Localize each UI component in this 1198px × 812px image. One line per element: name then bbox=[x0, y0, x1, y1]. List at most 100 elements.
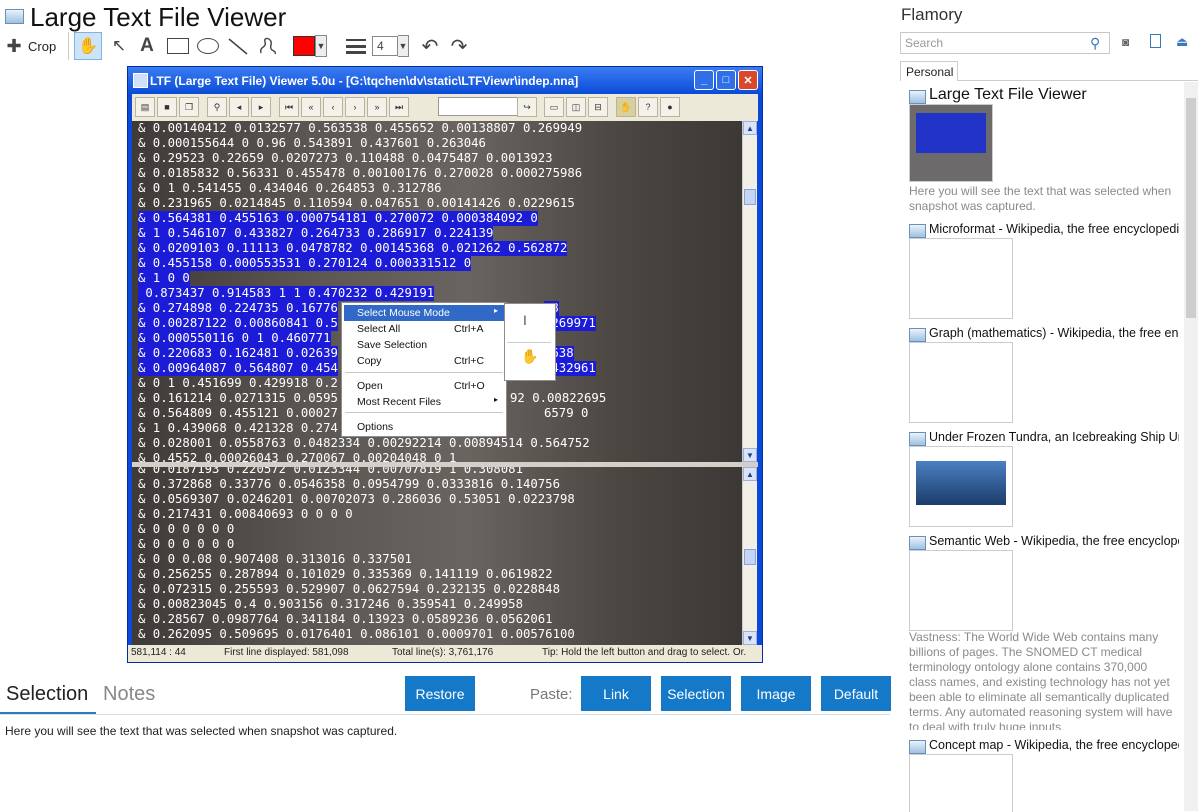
status-position: 581,114 : 44 bbox=[131, 647, 186, 658]
sidebar-scroll-thumb[interactable] bbox=[1186, 98, 1196, 318]
context-menu-item: Copy Ctrl+C bbox=[344, 353, 504, 369]
text-cursor-icon: I bbox=[523, 312, 527, 328]
text-line: & 0.372868 0.33776 0.0546358 0.0954799 0… bbox=[138, 477, 560, 491]
text-line: & 0.274898 0.224735 0.16776 bbox=[138, 301, 338, 316]
hand-cursor-icon: ✋ bbox=[521, 348, 539, 364]
text-line-fragment: 6579 0 bbox=[544, 406, 589, 420]
text-line: 0.873437 0.914583 1 1 0.470232 0.429191 bbox=[138, 286, 435, 301]
text-line: & 0 1 0.451699 0.429918 0.2 bbox=[138, 376, 338, 390]
text-line: & 0.161214 0.0271315 0.0595 bbox=[138, 391, 338, 405]
entry-thumbnail[interactable] bbox=[909, 446, 1013, 527]
entry-title[interactable]: Under Frozen Tundra, an Icebreaking Ship… bbox=[929, 430, 1179, 444]
maximize-icon: □ bbox=[716, 70, 736, 90]
entry-title[interactable]: Concept map - Wikipedia, the free encycl… bbox=[929, 738, 1179, 752]
text-line: & 1 0.439068 0.421328 0.274 bbox=[138, 421, 338, 435]
paste-selection-button[interactable]: Selection bbox=[661, 676, 731, 711]
entry-thumbnail[interactable] bbox=[909, 754, 1013, 812]
paste-link-button[interactable]: Link bbox=[581, 676, 651, 711]
search-icon[interactable]: ⚲ bbox=[1090, 35, 1106, 51]
minimize-icon: _ bbox=[694, 70, 714, 90]
text-line: & 0.455158 0.000553531 0.270124 0.000331… bbox=[138, 256, 472, 271]
undo-icon[interactable]: ↶ bbox=[418, 32, 442, 60]
first-page-icon: ⏮ bbox=[279, 97, 299, 117]
menu-item-shortcut: Ctrl+A bbox=[454, 323, 484, 335]
text-line: & 0.29523 0.22659 0.0207273 0.110488 0.0… bbox=[138, 151, 553, 165]
crop-button[interactable]: Crop bbox=[28, 32, 56, 60]
copy-icon: ❐ bbox=[179, 97, 199, 117]
tab-notes[interactable]: Notes bbox=[103, 683, 155, 706]
text-line: & 0.00140412 0.0132577 0.563538 0.455652… bbox=[138, 121, 583, 135]
entry-thumbnail[interactable] bbox=[909, 238, 1013, 319]
brand-title: Flamory bbox=[901, 5, 963, 24]
page-title: Large Text File Viewer bbox=[30, 2, 287, 32]
context-menu-item: Open Ctrl+O bbox=[344, 378, 504, 394]
text-line: & 0.231965 0.0214845 0.110594 0.047651 0… bbox=[138, 196, 575, 210]
goto-icon: ↪ bbox=[517, 97, 537, 117]
line-tool-icon[interactable] bbox=[226, 32, 250, 60]
entry-thumbnail[interactable] bbox=[909, 550, 1013, 631]
web-icon: ● bbox=[660, 97, 680, 117]
line-width-select[interactable]: 4 ▼ bbox=[372, 32, 409, 60]
snapshot-image: LTF (Large Text File) Viewer 5.0u - [G:\… bbox=[127, 66, 763, 663]
status-total-lines: Total line(s): 3,761,176 bbox=[392, 647, 494, 658]
tab-selection[interactable]: Selection bbox=[6, 683, 88, 706]
text-line: & 0.256255 0.287894 0.101029 0.335369 0.… bbox=[138, 567, 553, 581]
crop-icon[interactable]: ✚ bbox=[6, 32, 22, 60]
entry-title[interactable]: Graph (mathematics) - Wikipedia, the fre… bbox=[929, 326, 1179, 340]
tab-personal[interactable]: Personal bbox=[900, 61, 958, 81]
redo-icon[interactable]: ↷ bbox=[447, 32, 471, 60]
line-width-value: 4 bbox=[372, 36, 398, 56]
text-line: & 0.564809 0.455121 0.00027 bbox=[138, 406, 338, 420]
annotation-toolbar: ✚ Crop ✋ ↖ A ▼ 4 ▼ ↶ ↷ bbox=[0, 32, 500, 62]
text-line: & 0.00964087 0.564807 0.454 bbox=[138, 361, 338, 376]
collapse-icon[interactable]: ⏏ bbox=[1176, 34, 1188, 50]
freehand-tool-icon[interactable] bbox=[256, 32, 280, 60]
page-icon[interactable] bbox=[1150, 34, 1161, 48]
hand-tool-icon[interactable]: ✋ bbox=[74, 32, 102, 60]
rectangle-tool-icon[interactable] bbox=[166, 32, 190, 60]
arrow-tool-icon[interactable]: ↖ bbox=[109, 32, 129, 60]
ellipse-tool-icon[interactable] bbox=[196, 32, 220, 60]
app-icon bbox=[5, 9, 24, 24]
search-input[interactable]: Search bbox=[900, 32, 1110, 54]
text-line: & 0.220683 0.162481 0.02639 bbox=[138, 346, 338, 361]
entry-thumbnail[interactable] bbox=[909, 104, 993, 182]
camera-icon[interactable]: ◙ bbox=[1122, 35, 1136, 49]
paste-default-button[interactable]: Default bbox=[821, 676, 891, 711]
mouse-pointer-icon: ↖ bbox=[542, 365, 556, 382]
menu-item-label: Select Mouse Mode bbox=[357, 307, 450, 319]
browser-icon bbox=[909, 90, 926, 104]
entry-title[interactable]: Semantic Web - Wikipedia, the free encyc… bbox=[929, 534, 1179, 548]
open-folder-icon: ▤ bbox=[135, 97, 155, 117]
save-icon: ■ bbox=[157, 97, 177, 117]
snapshot-statusbar: 581,114 : 44 First line displayed: 581,0… bbox=[128, 645, 762, 662]
goto-line-input bbox=[438, 97, 518, 116]
find-prev-icon: ◂ bbox=[229, 97, 249, 117]
context-menu-item: Most Recent Files ▸ bbox=[344, 394, 504, 410]
entry-thumbnail[interactable] bbox=[909, 342, 1013, 423]
text-line: & 0.028001 0.0558763 0.0482334 0.0029221… bbox=[138, 436, 590, 450]
text-tool-icon[interactable]: A bbox=[137, 32, 157, 60]
hand-mode-icon: ✋ bbox=[616, 97, 636, 117]
upper-scrollbar: ▲ ▼ bbox=[742, 121, 757, 462]
close-icon: ✕ bbox=[738, 70, 758, 90]
entry-title[interactable]: Large Text File Viewer bbox=[929, 86, 1179, 104]
paste-image-button[interactable]: Image bbox=[741, 676, 811, 711]
help-icon: ? bbox=[638, 97, 658, 117]
prev-page-icon: ‹ bbox=[323, 97, 343, 117]
text-line: & 0.00287122 0.00860841 0.5 bbox=[138, 316, 338, 331]
vertical-split-icon: ◫ bbox=[566, 97, 586, 117]
text-line: & 0.072315 0.255593 0.529907 0.0627594 0… bbox=[138, 582, 560, 596]
scroll-up-icon: ▲ bbox=[743, 121, 757, 135]
horizontal-split-icon: ⊟ bbox=[588, 97, 608, 117]
snapshot-toolbar: ▤ ■ ❐ ⚲ ◂ ▸ ⏮ « ‹ › » ⏭ ↪ ▭ ◫ ⊟ ✋ ? ● bbox=[132, 94, 758, 121]
color-picker[interactable]: ▼ bbox=[293, 32, 327, 60]
entry-title[interactable]: Microformat - Wikipedia, the free encycl… bbox=[929, 222, 1179, 236]
browser-icon bbox=[909, 536, 926, 550]
menu-item-label: Save Selection bbox=[357, 339, 428, 351]
menu-item-label: Most Recent Files bbox=[357, 396, 442, 408]
text-line: & 0.00823045 0.4 0.903156 0.317246 0.359… bbox=[138, 597, 523, 611]
menu-separator bbox=[345, 412, 503, 413]
browser-icon bbox=[909, 740, 926, 754]
restore-button[interactable]: Restore bbox=[405, 676, 475, 711]
